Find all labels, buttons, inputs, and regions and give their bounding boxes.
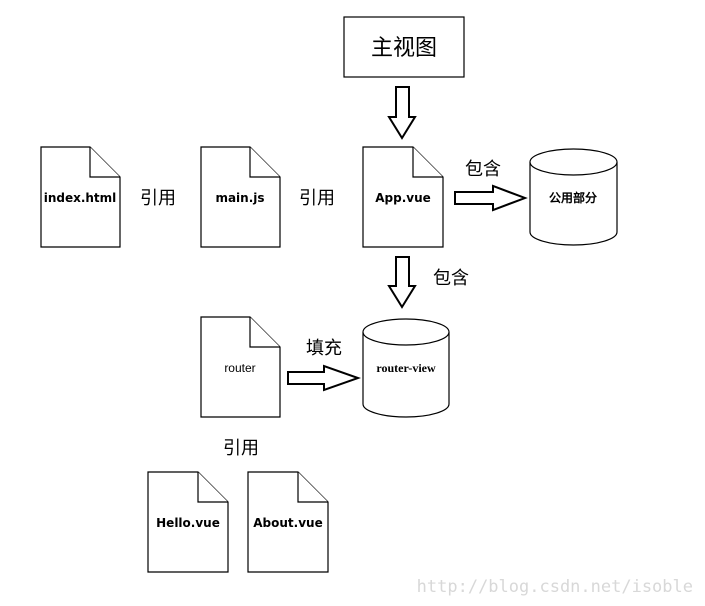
file-node-hello-vue[interactable]: Hello.vue (147, 471, 229, 573)
document-fold (249, 317, 280, 348)
document-fold (412, 147, 443, 178)
document-fold (197, 472, 228, 503)
edge-label-router-to-components: 引用 (223, 438, 259, 459)
edge-label-router-to-router-view: 填充 (306, 338, 342, 359)
cylinder-top (529, 148, 618, 176)
cylinder-top (362, 318, 450, 346)
file-label: App.vue (375, 191, 431, 205)
edge-label-index-to-main: 引用 (140, 188, 176, 209)
file-label: Hello.vue (156, 516, 220, 530)
document-fold (89, 147, 120, 178)
document-fold (297, 472, 328, 503)
arrow-main-view-to-app (387, 86, 417, 140)
file-label: About.vue (253, 516, 322, 530)
edge-label-main-to-app: 引用 (299, 188, 335, 209)
arrow-app-to-common (454, 184, 528, 212)
storage-label: 公用部分 (549, 190, 597, 205)
file-node-main-js[interactable]: main.js (200, 146, 281, 248)
main-view-node[interactable]: 主视图 (343, 16, 465, 78)
storage-label: router-view (376, 361, 436, 375)
arrow-router-to-router-view (287, 364, 362, 392)
diagram-canvas: 主视图 index.html 引用 main.js 引用 App.vue 包含 … (40, 16, 693, 597)
edge-label-app-to-common: 包含 (465, 159, 501, 180)
file-node-about-vue[interactable]: About.vue (247, 471, 329, 573)
file-label: index.html (44, 191, 117, 205)
file-node-index-html[interactable]: index.html (40, 146, 121, 248)
edge-label-app-to-router-view: 包含 (433, 268, 469, 289)
storage-node-router-view[interactable]: router-view (362, 318, 450, 418)
main-view-label: 主视图 (371, 36, 437, 61)
arrow-app-to-router-view (387, 256, 417, 309)
file-label: main.js (215, 191, 264, 205)
file-node-app-vue[interactable]: App.vue (362, 146, 444, 248)
watermark: http://blog.csdn.net/isoble (417, 577, 693, 597)
file-label: router (224, 361, 255, 375)
file-node-router[interactable]: router (200, 316, 281, 418)
document-fold (249, 147, 280, 178)
storage-node-common-part[interactable]: 公用部分 (529, 148, 618, 246)
